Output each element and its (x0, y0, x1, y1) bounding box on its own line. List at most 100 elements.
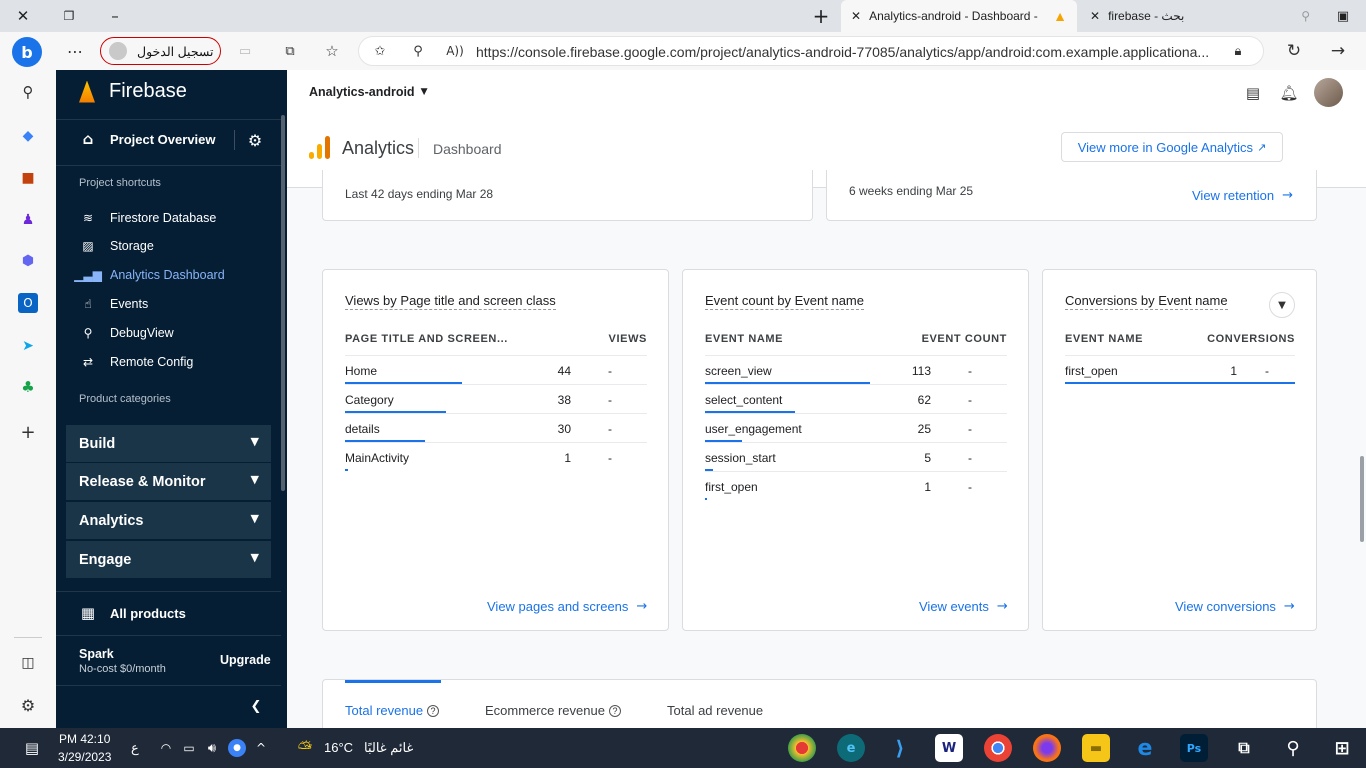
chevron-up-icon[interactable]: ^ (252, 739, 270, 757)
table-row[interactable]: session_start 5 - (705, 442, 1007, 471)
office-icon[interactable]: ⬢ (18, 251, 38, 271)
avatar[interactable] (1314, 78, 1343, 107)
vscode-icon[interactable]: ⟩ (886, 734, 914, 762)
sidebar-item-analytics-dashboard[interactable]: ▁▃▆ Analytics Dashboard (56, 261, 281, 289)
category-label: Engage (79, 551, 132, 568)
table-row[interactable]: details 30 - (345, 413, 647, 442)
view-retention-link[interactable]: View retention → (1192, 188, 1293, 203)
project-selector[interactable]: Analytics-android ▼ (309, 85, 428, 99)
collapse-sidebar-icon[interactable]: ❮ (246, 696, 266, 716)
file-explorer-icon[interactable]: ▬ (1082, 734, 1110, 762)
read-aloud-icon[interactable]: A)) (445, 42, 465, 60)
table-row[interactable]: screen_view 113 - (705, 355, 1007, 384)
firebase-logo[interactable]: Firebase (79, 80, 187, 103)
edge-icon[interactable]: e (837, 734, 865, 762)
tab-close-icon[interactable]: ✕ (1090, 9, 1100, 23)
category-build[interactable]: Build ▼ (66, 425, 271, 462)
tab-actions-icon[interactable]: ▣ (1320, 0, 1366, 32)
internet-explorer-icon[interactable]: e (1131, 734, 1159, 762)
notifications-icon[interactable]: ▤ (22, 738, 42, 758)
tab-total-ad-revenue[interactable]: Total ad revenue (667, 703, 763, 718)
sidebar-item-events[interactable]: ☝ Events (56, 290, 281, 318)
games-icon[interactable]: ♟ (18, 210, 38, 230)
tab-close-icon[interactable]: ✕ (851, 9, 861, 23)
clock-date[interactable]: 3/29/2023 (58, 750, 111, 764)
battery-icon[interactable]: ▭ (180, 739, 198, 757)
windows-start-icon[interactable]: ⊞ (1328, 734, 1356, 762)
address-bar[interactable]: ✩ ⚲ A)) https://console.firebase.google.… (358, 36, 1264, 66)
table-row[interactable]: first_open 1 - (1065, 355, 1295, 384)
sidebar-item-remote-config[interactable]: ⇄ Remote Config (56, 348, 281, 376)
collections-icon[interactable]: ⧉ (280, 41, 300, 61)
tab-firebase-search[interactable]: ✕ firebase - بحث ⚲ (1080, 0, 1320, 32)
all-products-link[interactable]: ▦ All products (56, 599, 281, 627)
table-row[interactable]: Home 44 - (345, 355, 647, 384)
close-window-icon[interactable]: ✕ (0, 0, 46, 32)
chrome-icon[interactable] (984, 734, 1012, 762)
main-scrollbar[interactable] (1360, 456, 1364, 542)
search-icon[interactable]: ⚲ (1279, 734, 1307, 762)
forward-icon[interactable]: → (1327, 40, 1349, 62)
firefox-icon[interactable] (1033, 734, 1061, 762)
refresh-icon[interactable]: ↻ (1283, 40, 1305, 62)
input-language[interactable]: ع (131, 740, 139, 756)
new-tab-icon[interactable]: + (798, 0, 844, 32)
release-notes-icon[interactable]: ▤ (1242, 82, 1264, 104)
table-row[interactable]: select_content 62 - (705, 384, 1007, 413)
shopping-icon[interactable]: ◆ (18, 126, 38, 146)
search-icon[interactable]: ⚲ (18, 82, 38, 102)
zoom-icon[interactable]: ⚲ (409, 42, 427, 60)
task-view-icon[interactable]: ⧉ (1230, 734, 1258, 762)
tools-icon[interactable]: ■ (18, 168, 38, 188)
lock-icon[interactable]: 🔒︎ (1229, 42, 1247, 60)
view-more-google-analytics-button[interactable]: View more in Google Analytics ↗ (1061, 132, 1283, 162)
weather-temp[interactable]: 16°C (324, 740, 353, 755)
tree-icon[interactable]: ♣ (18, 377, 38, 397)
photoshop-icon[interactable]: Ps (1180, 734, 1208, 762)
upgrade-button[interactable]: Upgrade (220, 653, 271, 667)
outlook-icon[interactable]: O (18, 293, 38, 313)
table-row[interactable]: user_engagement 25 - (705, 413, 1007, 442)
row-bar (1065, 382, 1295, 384)
settings-icon[interactable]: ⚙ (18, 695, 38, 715)
more-options-icon[interactable]: ⋯ (62, 39, 88, 63)
category-engage[interactable]: Engage ▼ (66, 541, 271, 578)
sidebar-scrollbar[interactable] (281, 115, 285, 491)
tab-ecommerce-revenue[interactable]: Ecommerce revenue ? (485, 703, 621, 718)
notifications-bell-icon[interactable]: 🔔︎ (1278, 82, 1300, 104)
category-release-monitor[interactable]: Release & Monitor ▼ (66, 463, 271, 500)
sidebar-item-debugview[interactable]: ⚲ DebugView (56, 319, 281, 347)
send-icon[interactable]: ➤ (18, 336, 38, 356)
word-icon[interactable]: W (935, 734, 963, 762)
view-events-link[interactable]: View events → (919, 599, 1008, 614)
table-row[interactable]: Category 38 - (345, 384, 647, 413)
sidebar-item-storage[interactable]: ▨ Storage (56, 232, 281, 260)
sidebar-toggle-icon[interactable]: ◫ (18, 653, 38, 673)
table-row[interactable]: first_open 1 - (705, 471, 1007, 500)
project-settings-gear-icon[interactable]: ⚙ (244, 129, 266, 151)
volume-icon[interactable]: 🔊︎ (203, 739, 221, 757)
category-analytics[interactable]: Analytics ▼ (66, 502, 271, 539)
add-favorite-icon[interactable]: ✩ (371, 42, 389, 60)
url-text[interactable]: https://console.firebase.google.com/proj… (476, 44, 1209, 60)
favorites-icon[interactable]: ☆ (322, 41, 342, 61)
bing-icon[interactable]: b (12, 37, 42, 67)
tab-total-revenue[interactable]: Total revenue ? (345, 703, 440, 718)
sidebar-item-firestore[interactable]: ≋ Firestore Database (56, 204, 281, 232)
defender-icon[interactable]: ● (228, 739, 246, 757)
minimize-window-icon[interactable]: – (92, 0, 138, 32)
filter-icon[interactable]: ▼ (1269, 292, 1295, 318)
view-conversions-link[interactable]: View conversions → (1175, 599, 1295, 614)
table-row[interactable]: MainActivity 1 - (345, 442, 647, 471)
workspaces-icon[interactable]: ▭ (235, 41, 255, 61)
chrome-profile-icon[interactable] (788, 734, 816, 762)
weather-desc[interactable]: غائم غالبًا (364, 740, 413, 756)
clock-time[interactable]: PM 42:10 (59, 732, 110, 746)
weather-cloud-sun-icon[interactable]: ⛅︎ (290, 736, 320, 760)
tab-analytics-dashboard[interactable]: ✕ Analytics-android - Dashboard - ▲ (841, 0, 1077, 32)
wifi-icon[interactable]: ◠ (157, 739, 175, 757)
restore-window-icon[interactable]: ❐ (46, 0, 92, 32)
view-pages-link[interactable]: View pages and screens → (487, 599, 647, 614)
add-icon[interactable]: + (18, 422, 38, 443)
sign-in-button[interactable]: تسجيل الدخول (100, 37, 221, 65)
